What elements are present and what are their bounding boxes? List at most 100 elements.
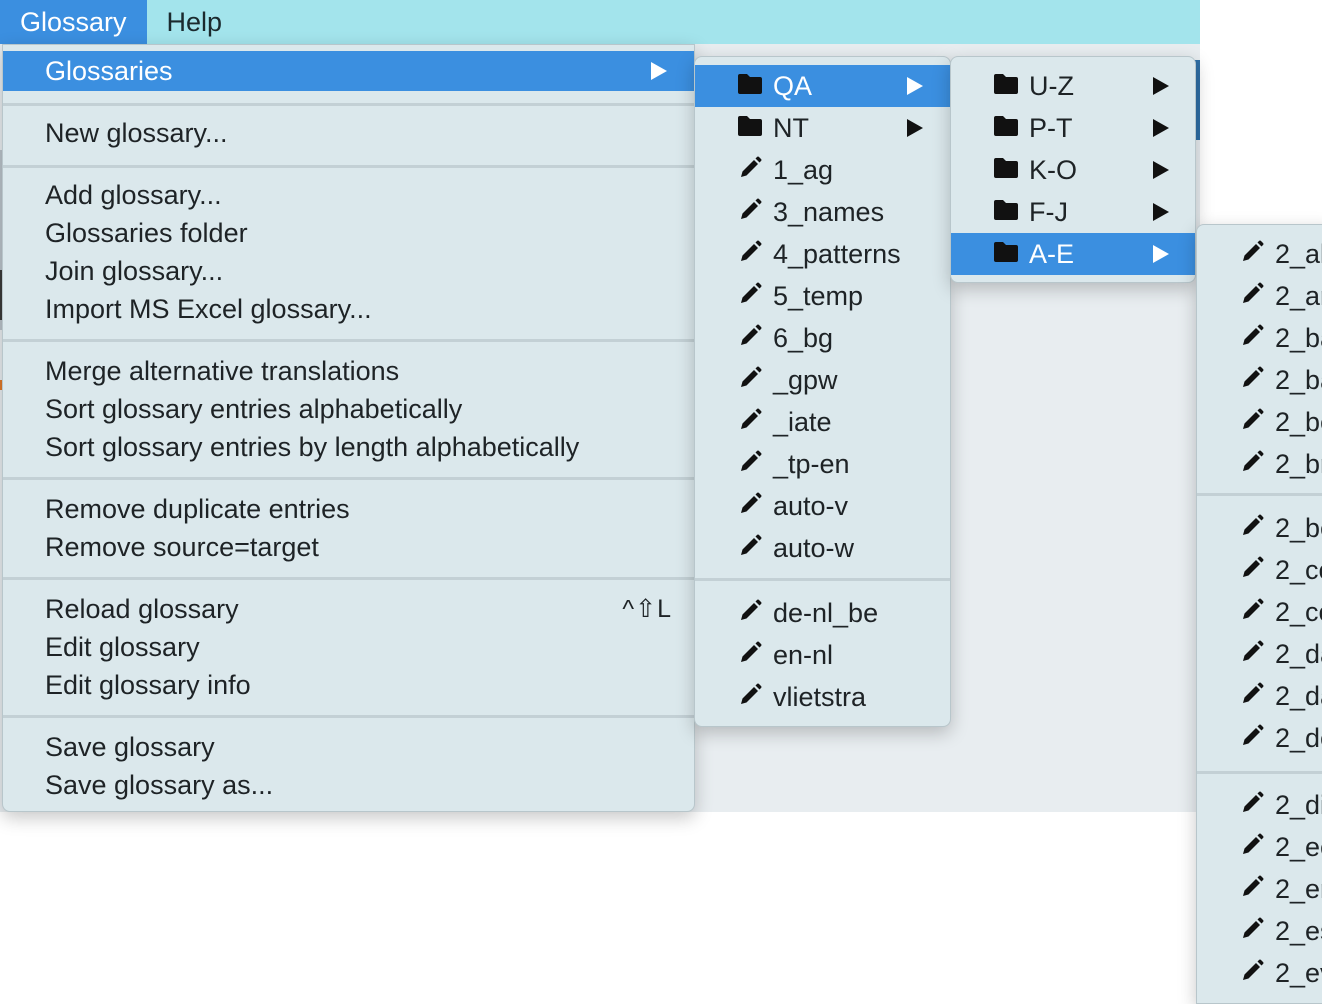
submenu-file-item-label: 2_ec — [1275, 831, 1322, 862]
menu-item[interactable]: Import MS Excel glossary... — [3, 290, 694, 328]
submenu-file-item[interactable]: vlietstra — [695, 676, 950, 718]
pencil-icon — [1239, 874, 1265, 900]
menu-item-glossaries[interactable]: Glossaries — [3, 51, 694, 91]
pencil-icon — [1239, 597, 1265, 623]
pencil-icon — [737, 449, 763, 475]
qa-submenu: U-Z P-T K-O F-J A-E — [950, 56, 1196, 283]
submenu-folder-qa-label: QA — [773, 70, 813, 101]
submenu-file-item[interactable]: 2_da — [1197, 675, 1322, 717]
pencil-icon — [1239, 239, 1265, 265]
submenu-file-item[interactable]: 6_bg — [695, 317, 950, 359]
ae-submenu: 2_al 2_ar 2_ba 2_ba 2_be 2_br 2_be 2_co 2_co 2_da… — [1196, 224, 1322, 1004]
menu-item-label: Glossaries folder — [45, 217, 248, 248]
submenu-file-item-label: 2_br — [1275, 448, 1322, 479]
pencil-icon — [1239, 513, 1265, 539]
submenu-file-item-label: 2_da — [1275, 638, 1322, 669]
pencil-icon — [737, 281, 763, 307]
menu-item-new-glossary[interactable]: New glossary... — [3, 114, 694, 152]
submenu-file-item[interactable]: auto-v — [695, 485, 950, 527]
pencil-icon — [1239, 323, 1265, 349]
pencil-icon — [1239, 639, 1265, 665]
submenu-file-item[interactable]: 4_patterns — [695, 233, 950, 275]
submenu-file-item[interactable]: _tp-en — [695, 443, 950, 485]
submenu-file-item[interactable]: 2_co — [1197, 591, 1322, 633]
menu-item-label: Edit glossary — [45, 631, 200, 662]
menu-item-label: Edit glossary info — [45, 669, 251, 700]
submenu-file-item[interactable]: de-nl_be — [695, 592, 950, 634]
menu-item[interactable]: Glossaries folder — [3, 214, 694, 252]
submenu-folder-p-t[interactable]: P-T — [951, 107, 1195, 149]
menu-separator — [3, 577, 694, 580]
submenu-file-item-label: _gpw — [773, 364, 838, 395]
submenu-file-item[interactable]: 3_names — [695, 191, 950, 233]
submenu-file-item[interactable]: 2_ar — [1197, 275, 1322, 317]
submenu-file-item[interactable]: 2_de — [1197, 717, 1322, 759]
menu-item[interactable]: Sort glossary entries by length alphabet… — [3, 428, 694, 466]
submenu-file-item[interactable]: 2_er — [1197, 868, 1322, 910]
submenu-file-item[interactable]: 2_ec — [1197, 826, 1322, 868]
submenu-folder-f-j[interactable]: F-J — [951, 191, 1195, 233]
submenu-file-item[interactable]: en-nl — [695, 634, 950, 676]
chevron-right-icon — [1153, 161, 1169, 179]
submenu-file-item[interactable]: 2_ba — [1197, 359, 1322, 401]
menu-item[interactable]: Remove source=target — [3, 528, 694, 566]
submenu-file-item[interactable]: auto-w — [695, 527, 950, 569]
menu-item[interactable]: Join glossary... — [3, 252, 694, 290]
pencil-icon — [1239, 958, 1265, 984]
submenu-file-item-label: en-nl — [773, 639, 834, 670]
submenu-file-item-label: 2_di — [1275, 789, 1322, 820]
submenu-file-item[interactable]: 2_ba — [1197, 317, 1322, 359]
menu-item[interactable]: Edit glossary info — [3, 666, 694, 704]
submenu-folder-a-e[interactable]: A-E — [951, 233, 1195, 275]
glossaries-submenu: QA NT 1_ag 3_names 4_patterns 5_temp 6_bg _gpw _… — [694, 56, 951, 727]
submenu-file-item-label: 2_al — [1275, 238, 1322, 269]
menu-glossary[interactable]: Glossary — [0, 0, 147, 44]
menu-item[interactable]: Sort glossary entries alphabetically — [3, 390, 694, 428]
submenu-folder-nt[interactable]: NT — [695, 107, 950, 149]
submenu-file-item-label: _iate — [773, 406, 832, 437]
submenu-folder-u-z[interactable]: U-Z — [951, 65, 1195, 107]
menu-item[interactable]: Save glossary as... — [3, 766, 694, 804]
menu-separator — [695, 578, 950, 581]
menu-item-label: Merge alternative translations — [45, 355, 400, 386]
submenu-file-item-label: 2_ev — [1275, 957, 1322, 988]
submenu-file-item[interactable]: 2_ev — [1197, 952, 1322, 994]
folder-icon — [993, 157, 1019, 183]
menu-item[interactable]: Save glossary — [3, 728, 694, 766]
menu-item[interactable]: Remove duplicate entries — [3, 490, 694, 528]
pencil-icon — [737, 407, 763, 433]
menu-item[interactable]: Edit glossary — [3, 628, 694, 666]
submenu-folder-a-e-label: A-E — [1029, 238, 1075, 269]
submenu-file-item[interactable]: 1_ag — [695, 149, 950, 191]
menu-item-label: Remove source=target — [45, 531, 319, 562]
submenu-file-item-label: auto-w — [773, 532, 855, 563]
menu-item[interactable]: Merge alternative translations — [3, 352, 694, 390]
submenu-file-item[interactable]: 2_di — [1197, 784, 1322, 826]
submenu-folder-p-t-label: P-T — [1029, 112, 1073, 143]
submenu-file-item[interactable]: 2_be — [1197, 401, 1322, 443]
menu-item[interactable]: Add glossary... — [3, 176, 694, 214]
submenu-file-item-label: 6_bg — [773, 322, 834, 353]
submenu-file-item[interactable]: 2_co — [1197, 549, 1322, 591]
submenu-file-item[interactable]: 2_es — [1197, 910, 1322, 952]
submenu-file-item[interactable]: 2_be — [1197, 507, 1322, 549]
submenu-file-item[interactable]: 2_al — [1197, 233, 1322, 275]
submenu-file-item[interactable]: 5_temp — [695, 275, 950, 317]
submenu-file-item[interactable]: 2_br — [1197, 443, 1322, 485]
pencil-icon — [1239, 555, 1265, 581]
pencil-icon — [737, 197, 763, 223]
menu-item-label: Join glossary... — [45, 255, 224, 286]
submenu-file-item-label: 2_es — [1275, 915, 1322, 946]
menu-separator — [3, 477, 694, 480]
submenu-folder-qa[interactable]: QA — [695, 65, 950, 107]
submenu-file-item[interactable]: _iate — [695, 401, 950, 443]
submenu-file-item[interactable]: _gpw — [695, 359, 950, 401]
submenu-folder-nt-label: NT — [773, 112, 809, 143]
menu-item-label: Import MS Excel glossary... — [45, 293, 372, 324]
menu-item-reload-glossary[interactable]: Reload glossary ^⇧L — [3, 590, 694, 628]
menu-bar: Glossary Help — [0, 0, 1200, 44]
submenu-file-item[interactable]: 2_da — [1197, 633, 1322, 675]
menu-help[interactable]: Help — [147, 0, 243, 44]
submenu-folder-k-o[interactable]: K-O — [951, 149, 1195, 191]
chevron-right-icon — [1153, 245, 1169, 263]
